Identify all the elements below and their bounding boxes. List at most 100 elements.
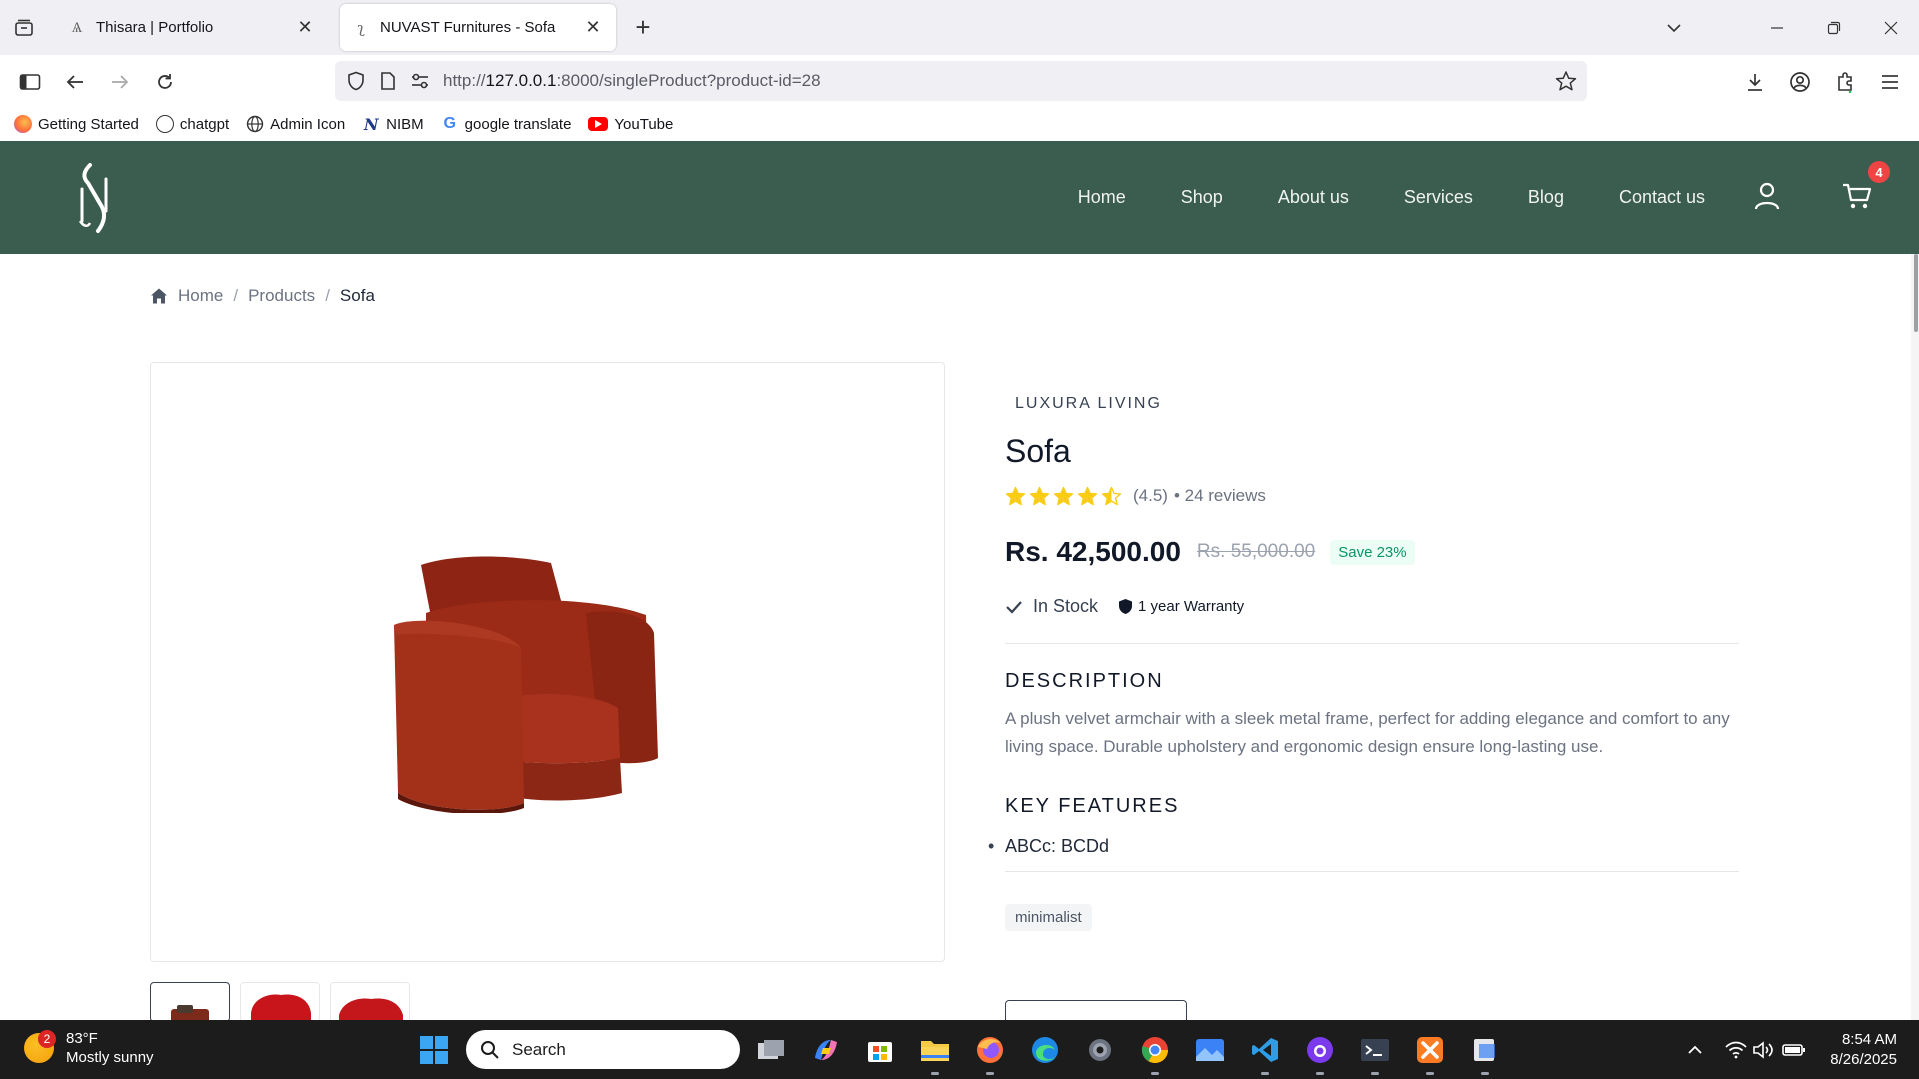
bookmark-google-translate[interactable]: G google translate (441, 115, 571, 133)
google-icon: G (443, 115, 456, 132)
url-text[interactable]: http://127.0.0.1:8000/singleProduct?prod… (443, 71, 821, 91)
tab-nuvast-sofa[interactable]: ʅ NUVAST Furnitures - Sofa ✕ (340, 4, 616, 51)
product-tag[interactable]: minimalist (1005, 904, 1092, 931)
nuvast-logo[interactable] (76, 161, 112, 235)
product-title: Sofa (1005, 433, 1071, 469)
chrome-icon[interactable] (1138, 1033, 1172, 1075)
windows-start-icon[interactable] (419, 1035, 449, 1065)
close-tab-icon[interactable]: ✕ (294, 17, 316, 39)
cart-icon[interactable] (1840, 179, 1874, 213)
product-brand: LUXURA LIVING (1015, 395, 1162, 412)
product-image-gallery[interactable] (150, 362, 945, 962)
clock-date: 8/26/2025 (1830, 1051, 1897, 1068)
extensions-icon[interactable] (1830, 67, 1860, 97)
breadcrumb-products[interactable]: Products (248, 286, 315, 306)
minimize-icon[interactable] (1763, 14, 1791, 42)
tab-list-icon[interactable] (10, 15, 38, 41)
task-view-icon[interactable] (754, 1033, 788, 1067)
description-heading: DESCRIPTION (1005, 670, 1164, 692)
close-window-icon[interactable] (1877, 14, 1905, 42)
snipping-tool-icon[interactable] (1468, 1033, 1502, 1075)
breadcrumb-separator: / (233, 286, 239, 305)
scrollbar-thumb[interactable] (1914, 254, 1918, 332)
bookmark-youtube[interactable]: YouTube (588, 116, 673, 133)
photos-icon[interactable] (1193, 1033, 1227, 1067)
permissions-icon[interactable] (409, 70, 431, 92)
nav-home[interactable]: Home (1078, 187, 1126, 208)
stock-label: In Stock (1033, 596, 1099, 616)
volume-icon[interactable] (1751, 1038, 1775, 1062)
edge-icon[interactable] (1028, 1033, 1062, 1067)
show-hidden-icons-chevron-icon[interactable] (1683, 1038, 1707, 1062)
site-header: Home Shop About us Services Blog Contact… (0, 141, 1919, 254)
warranty-label: 1 year Warranty (1138, 598, 1245, 615)
file-explorer-icon[interactable] (918, 1033, 952, 1075)
rating-stars (1005, 486, 1125, 506)
bookmarks-bar: Getting Started chatgpt Admin Icon N NIB… (0, 107, 1919, 141)
bookmark-label: Getting Started (38, 115, 139, 133)
copilot-icon[interactable] (809, 1033, 843, 1067)
bookmark-getting-started[interactable]: Getting Started (14, 115, 139, 133)
breadcrumb-home[interactable]: Home (178, 286, 223, 306)
tab-title: Thisara | Portfolio (96, 19, 214, 36)
restore-icon[interactable] (1820, 14, 1848, 42)
close-tab-icon[interactable]: ✕ (582, 17, 604, 39)
user-icon[interactable] (1750, 179, 1784, 213)
thumbnail-strip (150, 982, 420, 1022)
nav-services[interactable]: Services (1404, 187, 1473, 208)
bookmark-nibm[interactable]: N NIBM (362, 115, 424, 134)
browser-toolbar: http://127.0.0.1:8000/singleProduct?prod… (0, 55, 1919, 107)
menu-icon[interactable] (1875, 67, 1905, 97)
breadcrumb-current: Sofa (339, 286, 375, 305)
terminal-icon[interactable] (1358, 1033, 1392, 1075)
shield-icon[interactable] (345, 70, 367, 92)
page-scrollbar[interactable] (1911, 254, 1919, 1020)
microsoft-store-icon[interactable] (863, 1033, 897, 1067)
new-tab-button[interactable]: + (630, 14, 656, 41)
current-price: Rs. 42,500.00 (1005, 536, 1181, 567)
thumbnail-1[interactable] (150, 982, 230, 1022)
thumbnail-2[interactable] (240, 982, 320, 1022)
bookmark-chatgpt[interactable]: chatgpt (155, 115, 230, 133)
battery-icon[interactable] (1782, 1038, 1806, 1062)
bookmark-admin-icon[interactable]: Admin Icon (246, 115, 345, 133)
vscode-icon[interactable] (1248, 1033, 1282, 1075)
review-count[interactable]: • 24 reviews (1174, 486, 1266, 506)
github-desktop-icon[interactable] (1303, 1033, 1337, 1075)
shield-icon (1119, 599, 1133, 614)
tab-portfolio[interactable]: Ѧ Thisara | Portfolio ✕ (56, 4, 328, 51)
firefox-taskbar-icon[interactable] (973, 1033, 1007, 1075)
sun-icon: 2 (24, 1030, 56, 1063)
weather-desc: Mostly sunny (66, 1049, 154, 1066)
back-icon[interactable] (60, 67, 90, 97)
home-icon (151, 288, 167, 304)
system-clock[interactable]: 8:54 AM 8/26/2025 (1830, 1030, 1897, 1070)
running-indicator (1261, 1072, 1269, 1075)
wifi-icon[interactable] (1724, 1038, 1748, 1062)
taskbar-search[interactable]: Search (466, 1030, 740, 1069)
rating-value: (4.5) (1133, 486, 1168, 505)
running-indicator (1426, 1072, 1434, 1075)
product-info: LUXURA LIVING Sofa (4.5) • 24 reviews Rs… (988, 395, 1739, 931)
divider (1005, 871, 1739, 872)
weather-widget[interactable]: 2 83°F Mostly sunny (24, 1029, 154, 1067)
forward-icon[interactable] (105, 67, 135, 97)
list-all-tabs-icon[interactable] (1660, 14, 1688, 42)
thumbnail-3[interactable] (330, 982, 410, 1022)
xampp-icon[interactable] (1413, 1033, 1447, 1075)
page-info-icon[interactable] (377, 70, 399, 92)
nav-about-us[interactable]: About us (1278, 187, 1349, 208)
bookmark-star-icon[interactable] (1555, 70, 1577, 92)
address-bar[interactable]: http://127.0.0.1:8000/singleProduct?prod… (335, 61, 1587, 101)
account-icon[interactable] (1785, 67, 1815, 97)
nav-blog[interactable]: Blog (1528, 187, 1564, 208)
reload-icon[interactable] (150, 67, 180, 97)
discount-badge: Save 23% (1330, 539, 1415, 565)
bookmark-label: chatgpt (179, 115, 230, 133)
notification-badge: 2 (38, 1030, 56, 1048)
sidebar-toggle-icon[interactable] (15, 67, 45, 97)
nav-contact-us[interactable]: Contact us (1619, 187, 1705, 208)
nav-shop[interactable]: Shop (1181, 187, 1223, 208)
settings-icon[interactable] (1083, 1033, 1117, 1067)
downloads-icon[interactable] (1740, 67, 1770, 97)
